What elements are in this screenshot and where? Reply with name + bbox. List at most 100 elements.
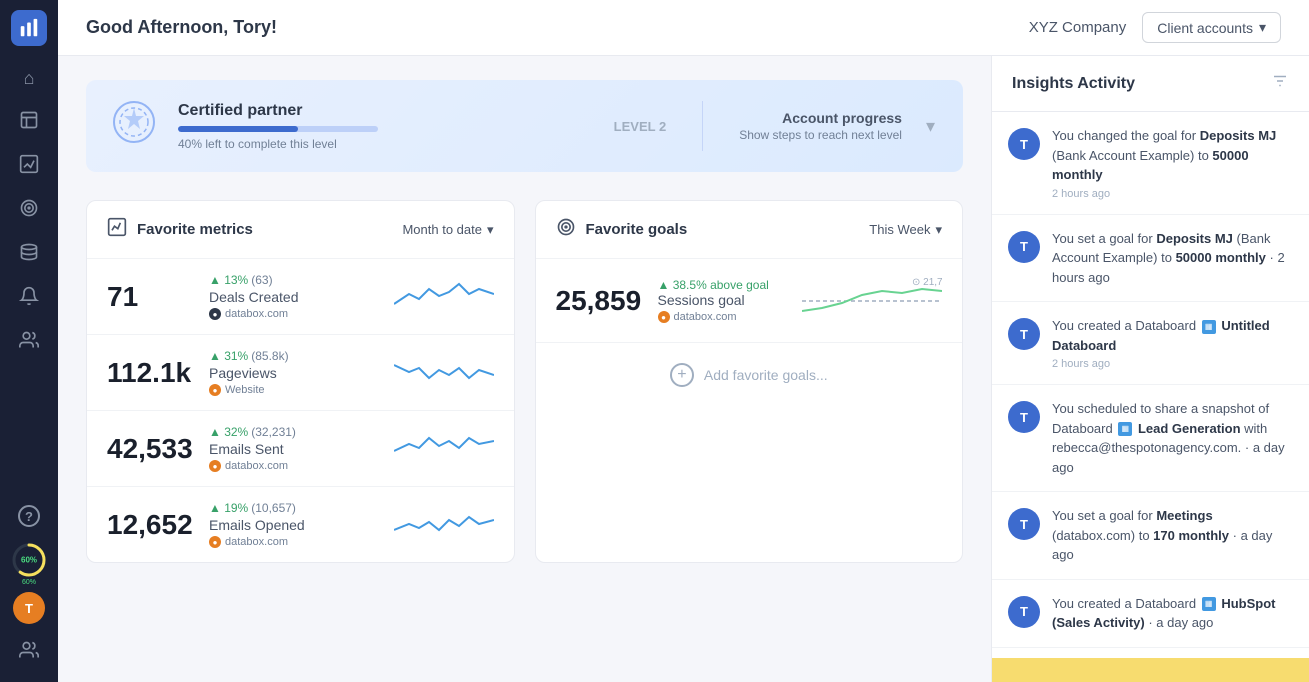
- accounts-button[interactable]: Client accounts ▾: [1142, 12, 1281, 43]
- reports-icon: [19, 110, 39, 135]
- goal-info-sessions: ▲ 38.5% above goal Sessions goal ● datab…: [658, 278, 791, 323]
- svg-text:⊙ 21,778: ⊙ 21,778: [912, 277, 942, 288]
- metric-value-pageviews: 112.1k: [107, 357, 197, 389]
- main-content: Good Afternoon, Tory! XYZ Company Client…: [58, 0, 1309, 682]
- metric-source-pageviews: ● Website: [209, 384, 382, 396]
- metric-info-emails-sent: ▲ 32% (32,231) Emails Sent ● databox.com: [209, 425, 382, 472]
- goals-panel-header: Favorite goals This Week ▾: [536, 201, 963, 259]
- source-dot-pageviews: ●: [209, 384, 221, 396]
- metric-value-emails-opened: 12,652: [107, 509, 197, 541]
- banner-progress-bar: [178, 126, 378, 132]
- insight-item-4: T You scheduled to share a snapshot of D…: [992, 385, 1309, 492]
- banner-progress-fill: [178, 126, 298, 132]
- account-progress-title: Account progress: [782, 110, 902, 126]
- insights-list: T You changed the goal for Deposits MJ (…: [992, 112, 1309, 658]
- sidebar-item-team[interactable]: [9, 632, 49, 672]
- insight-content-2: You set a goal for Deposits MJ (Bank Acc…: [1052, 229, 1293, 288]
- insight-avatar-4: T: [1008, 401, 1040, 433]
- analytics-icon: [19, 154, 39, 179]
- partner-badge-icon: [110, 98, 158, 154]
- insight-item-5: T You set a goal for Meetings (databox.c…: [992, 492, 1309, 580]
- account-progress-sub: Show steps to reach next level: [739, 128, 902, 142]
- databoard-icon-4: ▦: [1118, 422, 1132, 436]
- sidebar-item-analytics[interactable]: [9, 146, 49, 186]
- metric-row-emails-sent: 42,533 ▲ 32% (32,231) Emails Sent ● data…: [87, 411, 514, 487]
- insight-text-2: You set a goal for Deposits MJ (Bank Acc…: [1052, 229, 1293, 288]
- goals-filter[interactable]: This Week ▾: [869, 222, 942, 238]
- insights-footer: [992, 658, 1309, 682]
- progress-ring: 60%: [9, 540, 49, 580]
- insight-avatar-1: T: [1008, 128, 1040, 160]
- metrics-filter[interactable]: Month to date ▾: [402, 222, 493, 238]
- goal-row-sessions: 25,859 ▲ 38.5% above goal Sessions goal …: [536, 259, 963, 343]
- chevron-down-icon: ▾: [1259, 19, 1266, 36]
- metric-label-deals: Deals Created: [209, 289, 382, 305]
- sidebar-item-avatar[interactable]: T: [9, 588, 49, 628]
- source-dot-emails-opened: ●: [209, 536, 221, 548]
- insight-text-4: You scheduled to share a snapshot of Dat…: [1052, 399, 1293, 477]
- goals-title-row: Favorite goals: [556, 217, 688, 242]
- insight-text-6: You created a Databoard ▦ HubSpot (Sales…: [1052, 594, 1293, 633]
- insight-item-1: T You changed the goal for Deposits MJ (…: [992, 112, 1309, 215]
- sidebar-item-goals[interactable]: [9, 190, 49, 230]
- metric-info-emails-opened: ▲ 19% (10,657) Emails Opened ● databox.c…: [209, 501, 382, 548]
- team-icon: [19, 640, 39, 665]
- sidebar-item-data[interactable]: [9, 234, 49, 274]
- goal-value-sessions: 25,859: [556, 285, 646, 317]
- metric-row-deals: 71 ▲ 13% (63) Deals Created ● databox.co…: [87, 259, 514, 335]
- goal-source-sessions: ● databox.com: [658, 311, 791, 323]
- metric-change-deals: ▲ 13% (63): [209, 273, 382, 287]
- metrics-filter-chevron: ▾: [487, 222, 494, 238]
- banner-title: Certified partner: [178, 102, 594, 120]
- insight-avatar-6: T: [1008, 596, 1040, 628]
- metric-label-pageviews: Pageviews: [209, 365, 382, 381]
- insight-text-5: You set a goal for Meetings (databox.com…: [1052, 506, 1293, 565]
- metric-row-emails-opened: 12,652 ▲ 19% (10,657) Emails Opened ● da…: [87, 487, 514, 562]
- metrics-panel-title: Favorite metrics: [137, 221, 253, 238]
- add-goal-row[interactable]: + Add favorite goals...: [536, 343, 963, 407]
- bell-icon: [19, 286, 39, 311]
- source-dot-emails-sent: ●: [209, 460, 221, 472]
- sidebar-item-users[interactable]: [9, 322, 49, 362]
- metrics-filter-label: Month to date: [402, 222, 482, 237]
- sidebar-item-alerts[interactable]: [9, 278, 49, 318]
- insight-item-7: T You set a goal for Deals Closed Won Am…: [992, 648, 1309, 659]
- insight-content-6: You created a Databoard ▦ HubSpot (Sales…: [1052, 594, 1293, 633]
- insight-item-6: T You created a Databoard ▦ HubSpot (Sal…: [992, 580, 1309, 648]
- metric-label-emails-sent: Emails Sent: [209, 441, 382, 457]
- metric-label-emails-opened: Emails Opened: [209, 517, 382, 533]
- sidebar: ⌂: [0, 0, 58, 682]
- metric-row-pageviews: 112.1k ▲ 31% (85.8k) Pageviews ● Website: [87, 335, 514, 411]
- company-name: XYZ Company: [1029, 19, 1127, 36]
- sidebar-item-reports[interactable]: [9, 102, 49, 142]
- source-dot-sessions: ●: [658, 311, 670, 323]
- goal-label-sessions: Sessions goal: [658, 292, 791, 308]
- metric-chart-deals: [394, 274, 494, 319]
- sidebar-item-help[interactable]: ?: [9, 496, 49, 536]
- sidebar-item-home[interactable]: ⌂: [9, 58, 49, 98]
- metric-change-pageviews: ▲ 31% (85.8k): [209, 349, 382, 363]
- goals-section-icon: [556, 217, 576, 242]
- insight-text-3: You created a Databoard ▦ Untitled Datab…: [1052, 316, 1293, 355]
- banner-divider: [702, 101, 703, 151]
- sidebar-item-progress[interactable]: 60%: [9, 540, 49, 580]
- insight-item-3: T You created a Databoard ▦ Untitled Dat…: [992, 302, 1309, 385]
- insight-content-5: You set a goal for Meetings (databox.com…: [1052, 506, 1293, 565]
- metric-chart-pageviews: [394, 350, 494, 395]
- insight-time-1: 2 hours ago: [1052, 188, 1293, 200]
- databoard-icon-3: ▦: [1202, 320, 1216, 334]
- metric-change-emails-opened: ▲ 19% (10,657): [209, 501, 382, 515]
- header: Good Afternoon, Tory! XYZ Company Client…: [58, 0, 1309, 56]
- metric-chart-emails-sent: [394, 426, 494, 471]
- metric-info-pageviews: ▲ 31% (85.8k) Pageviews ● Website: [209, 349, 382, 396]
- certified-partner-banner: Certified partner 40% left to complete t…: [86, 80, 963, 172]
- insights-panel: Insights Activity T You changed the goal…: [991, 56, 1309, 682]
- insights-title: Insights Activity: [1012, 75, 1135, 93]
- banner-expand-button[interactable]: ▾: [922, 112, 939, 141]
- sidebar-logo[interactable]: [11, 10, 47, 46]
- insights-filter-icon[interactable]: [1271, 72, 1289, 95]
- banner-sub: 40% left to complete this level: [178, 137, 594, 151]
- user-avatar[interactable]: T: [13, 592, 45, 624]
- accounts-label: Client accounts: [1157, 20, 1253, 36]
- goals-icon: [19, 198, 39, 223]
